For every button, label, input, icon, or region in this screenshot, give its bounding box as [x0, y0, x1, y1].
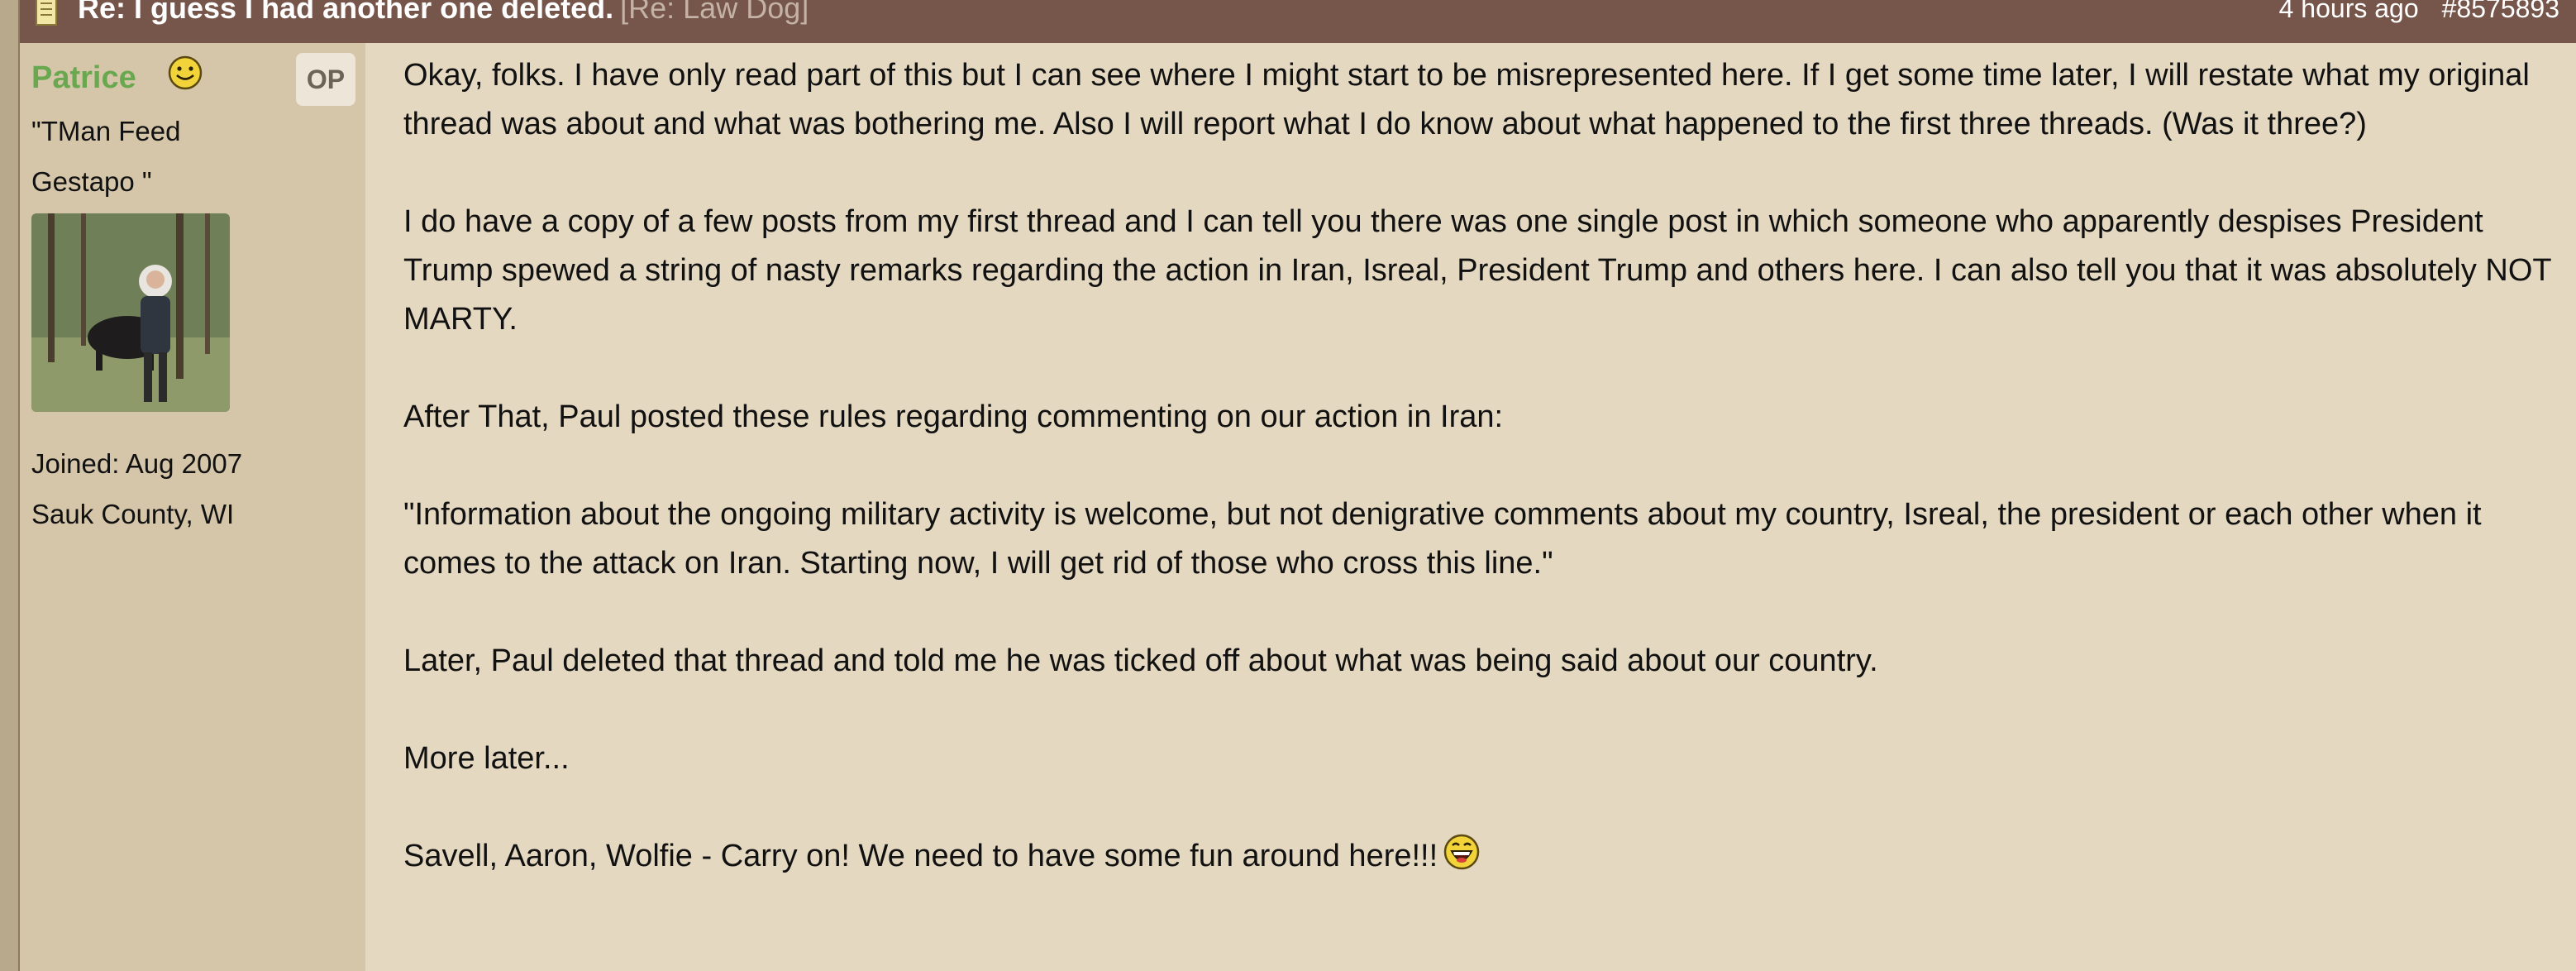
- paragraph: More later...: [403, 741, 570, 776]
- paragraph-text: Savell, Aaron, Wolfie - Carry on! We nee…: [403, 839, 1438, 873]
- author-name-link[interactable]: Patrice: [31, 58, 136, 98]
- avatar-photo: [31, 213, 230, 412]
- post-document-icon: [36, 0, 57, 26]
- post-number-link[interactable]: #8575893: [2442, 0, 2559, 23]
- forum-post: Re: I guess I had another one deleted. [R…: [18, 0, 2576, 971]
- laugh-icon: [1443, 834, 1480, 870]
- join-date: Joined: Aug 2007: [31, 448, 243, 479]
- user-title: "TMan Feed Gestapo ": [31, 106, 279, 207]
- post-subject[interactable]: Re: I guess I had another one deleted. [R…: [78, 0, 809, 26]
- paragraph: I do have a copy of a few posts from my …: [403, 204, 2551, 337]
- smile-icon: [168, 55, 203, 90]
- op-badge: OP: [296, 53, 355, 106]
- post-time: 4 hours ago: [2278, 0, 2419, 23]
- paragraph: Okay, folks. I have only read part of th…: [403, 58, 2530, 141]
- subject-text[interactable]: Re: I guess I had another one deleted.: [78, 0, 613, 25]
- post-body: Okay, folks. I have only read part of th…: [365, 43, 2576, 971]
- avatar[interactable]: [31, 213, 230, 412]
- post-content: Okay, folks. I have only read part of th…: [403, 51, 2553, 930]
- author-sidebar: Patrice OP "TMan Feed Gestapo " Joined: …: [20, 43, 365, 971]
- closing-paragraph: Savell, Aaron, Wolfie - Carry on! We nee…: [403, 832, 2553, 881]
- user-title-line2: Gestapo ": [31, 166, 152, 197]
- author-location: Sauk County, WI: [31, 499, 235, 529]
- paragraph: Later, Paul deleted that thread and told…: [403, 643, 1878, 678]
- reply-reference-link[interactable]: [Re: Law Dog]: [620, 0, 809, 25]
- paragraph: After That, Paul posted these rules rega…: [403, 399, 1504, 434]
- post-meta: 4 hours ago #8575893: [2279, 0, 2559, 26]
- paragraph: "Information about the ongoing military …: [403, 497, 2482, 581]
- user-title-line1: "TMan Feed: [31, 116, 181, 146]
- post-header: Re: I guess I had another one deleted. [R…: [20, 0, 2576, 43]
